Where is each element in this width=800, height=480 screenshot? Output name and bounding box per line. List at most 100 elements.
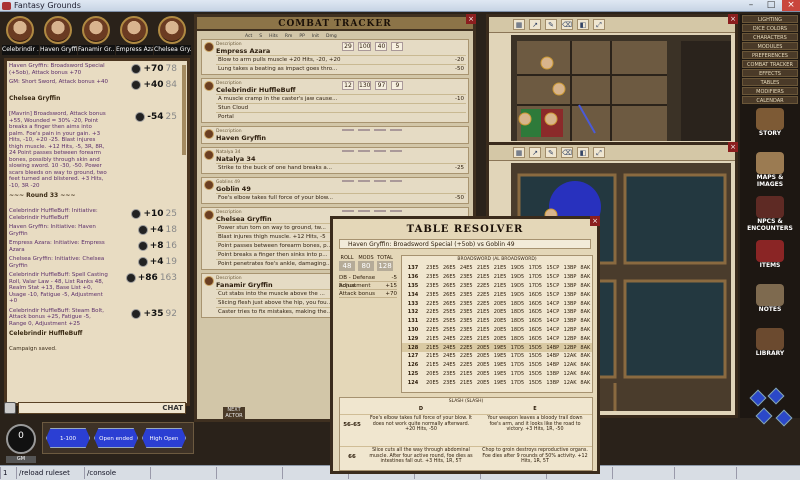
mask-icon[interactable]: ◧ bbox=[577, 147, 589, 158]
sidebar-big-button[interactable]: ITEMS bbox=[746, 240, 794, 278]
chat-scrollbar[interactable] bbox=[182, 65, 186, 155]
draw-icon[interactable]: ✎ bbox=[545, 19, 557, 30]
zoom-icon[interactable]: ⤢ bbox=[593, 19, 605, 30]
stat-pp[interactable] bbox=[374, 210, 386, 212]
slot-12[interactable] bbox=[736, 467, 798, 479]
effect-row[interactable]: Foe's elbow takes full force of your blo… bbox=[216, 193, 466, 202]
pointer-icon[interactable]: ↗ bbox=[529, 19, 541, 30]
stat-init[interactable] bbox=[390, 180, 402, 182]
sidebar-button[interactable]: EFFECTS bbox=[742, 69, 798, 77]
draw-icon[interactable]: ✎ bbox=[545, 147, 557, 158]
combatant-name[interactable]: Natalya 34 bbox=[216, 155, 466, 163]
mask-icon[interactable]: ◧ bbox=[577, 19, 589, 30]
stat-hits[interactable] bbox=[342, 180, 354, 182]
token-icon[interactable] bbox=[204, 150, 214, 160]
close-icon[interactable]: × bbox=[466, 14, 476, 24]
slot-1[interactable]: /reload ruleset bbox=[16, 467, 84, 479]
sidebar-button[interactable]: CHARACTERS bbox=[742, 33, 798, 41]
sidebar-big-button[interactable]: NOTES bbox=[746, 284, 794, 322]
effect-row[interactable]: Lung takes a beating as impact goes thro… bbox=[216, 64, 466, 73]
token-icon[interactable] bbox=[204, 180, 214, 190]
stat-pp[interactable]: 40 bbox=[375, 42, 388, 51]
token-icon[interactable] bbox=[204, 210, 214, 220]
zoom-icon[interactable]: ⤢ bbox=[593, 147, 605, 158]
grid-icon[interactable]: ▦ bbox=[513, 19, 525, 30]
pointer-icon[interactable]: ↗ bbox=[529, 147, 541, 158]
close-icon[interactable]: × bbox=[728, 142, 738, 152]
sidebar-button[interactable]: CALENDAR bbox=[742, 96, 798, 104]
sidebar-big-button[interactable]: LIBRARY bbox=[746, 328, 794, 366]
effect-row[interactable]: A muscle cramp in the caster's jaw cause… bbox=[216, 94, 466, 103]
stat-hits[interactable] bbox=[342, 210, 354, 212]
map-image[interactable] bbox=[511, 35, 731, 141]
combatant-entry[interactable]: Description Haven Gryffin bbox=[201, 126, 469, 144]
stat-init[interactable] bbox=[390, 150, 402, 152]
stat-init[interactable]: 9 bbox=[391, 81, 404, 90]
combatant-name[interactable]: Celebrindir HuffleBuff bbox=[216, 86, 466, 94]
combatant-entry[interactable]: Description Empress Azara 29 100 40 5 Blow to … bbox=[201, 39, 469, 75]
stat-init[interactable] bbox=[390, 129, 402, 131]
sidebar-big-button[interactable]: STORY bbox=[746, 108, 794, 146]
d10-die-icon[interactable] bbox=[755, 407, 773, 425]
slot-3[interactable] bbox=[150, 467, 216, 479]
maximize-button[interactable]: □ bbox=[762, 0, 780, 11]
stat-init[interactable] bbox=[390, 210, 402, 212]
close-button[interactable]: × bbox=[782, 0, 800, 11]
sidebar-big-button[interactable]: NPCS & ENCOUNTERS bbox=[746, 196, 794, 234]
sidebar-button[interactable]: LIGHTING bbox=[742, 15, 798, 23]
portrait-4[interactable]: Chelsea Gry... bbox=[154, 14, 191, 56]
d10-die-icon[interactable] bbox=[775, 409, 793, 427]
d10-die-icon[interactable] bbox=[767, 387, 785, 405]
dice-pool[interactable] bbox=[748, 386, 796, 432]
combatant-entry[interactable]: Natalya 34 Natalya 34 Strike to the buck o… bbox=[201, 147, 469, 174]
stat-hits[interactable]: 29 bbox=[342, 42, 354, 51]
hotkey-high-open-ended[interactable]: High Open ended bbox=[142, 428, 186, 448]
sidebar-button[interactable]: MODIFIERS bbox=[742, 87, 798, 95]
sidebar-button[interactable]: PREFERENCES bbox=[742, 51, 798, 59]
stat-rm[interactable] bbox=[358, 180, 370, 182]
stat-pp[interactable]: 97 bbox=[375, 81, 388, 90]
combatant-name[interactable]: Empress Azara bbox=[216, 47, 466, 55]
minimize-button[interactable]: – bbox=[742, 0, 760, 11]
sidebar-button[interactable]: COMBAT TRACKER bbox=[742, 60, 798, 68]
stat-rm[interactable]: 130 bbox=[358, 81, 372, 90]
stat-hits[interactable] bbox=[342, 129, 354, 131]
stat-pp[interactable] bbox=[374, 129, 386, 131]
stat-hits[interactable]: 12 bbox=[342, 81, 354, 90]
token-icon[interactable] bbox=[204, 129, 214, 139]
stat-pp[interactable] bbox=[374, 150, 386, 152]
slot-10[interactable] bbox=[612, 467, 674, 479]
modifier-box[interactable]: 0 bbox=[6, 424, 36, 454]
hotkey-1-100[interactable]: 1-100 bbox=[46, 428, 90, 448]
combatant-entry[interactable]: Description Celebrindir HuffleBuff 12 130 97… bbox=[201, 78, 469, 123]
effect-row[interactable]: Strike to the buck of one hand breaks a.… bbox=[216, 163, 466, 172]
slot-2[interactable]: /console bbox=[84, 467, 150, 479]
combatant-entry[interactable]: Goblins 49 Goblin 49 Foe's elbow takes ful… bbox=[201, 177, 469, 204]
stat-rm[interactable]: 100 bbox=[358, 42, 372, 51]
effect-row[interactable]: Stun Cloud bbox=[216, 103, 466, 112]
sidebar-big-button[interactable]: MAPS & IMAGES bbox=[746, 152, 794, 190]
d10-die-icon[interactable] bbox=[749, 389, 767, 407]
portrait-0[interactable]: Celebrindir ... bbox=[2, 14, 39, 56]
erase-icon[interactable]: ⌫ bbox=[561, 147, 573, 158]
token-icon[interactable] bbox=[204, 81, 214, 91]
stat-rm[interactable] bbox=[358, 210, 370, 212]
grid-icon[interactable]: ▦ bbox=[513, 147, 525, 158]
stat-init[interactable]: 5 bbox=[391, 42, 404, 51]
slot-4[interactable] bbox=[216, 467, 282, 479]
close-icon[interactable]: × bbox=[728, 14, 738, 24]
portrait-2[interactable]: Fanamir Gr... bbox=[78, 14, 115, 56]
sidebar-button[interactable]: DICE COLORS bbox=[742, 24, 798, 32]
erase-icon[interactable]: ⌫ bbox=[561, 19, 573, 30]
stat-pp[interactable] bbox=[374, 180, 386, 182]
chat-mode-icon[interactable] bbox=[4, 402, 16, 414]
combatant-name[interactable]: Goblin 49 bbox=[216, 185, 466, 193]
stat-rm[interactable] bbox=[358, 150, 370, 152]
next-actor-button[interactable]: NEXT ACTOR bbox=[223, 407, 245, 419]
stat-hits[interactable] bbox=[342, 150, 354, 152]
combatant-name[interactable]: Haven Gryffin bbox=[216, 134, 466, 142]
portrait-3[interactable]: Empress Aza... bbox=[116, 14, 153, 56]
hotkey-open-ended[interactable]: Open ended bbox=[94, 428, 138, 448]
slot-11[interactable] bbox=[674, 467, 736, 479]
sidebar-button[interactable]: MODULES bbox=[742, 42, 798, 50]
